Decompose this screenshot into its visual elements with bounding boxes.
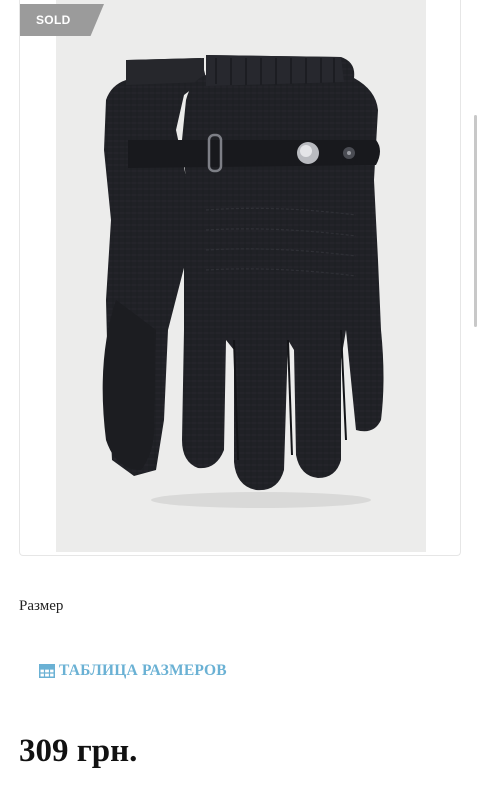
table-icon bbox=[39, 664, 55, 678]
size-table-label: ТАБЛИЦА РАЗМЕРОВ bbox=[59, 662, 227, 679]
product-image-card[interactable]: SOLD bbox=[19, 0, 461, 556]
gloves-photo bbox=[102, 55, 384, 508]
scrollbar[interactable] bbox=[474, 115, 477, 327]
size-label: Размер bbox=[19, 598, 64, 614]
product-photo[interactable] bbox=[56, 0, 426, 552]
price: 309 грн. bbox=[19, 733, 138, 769]
size-table-link[interactable]: ТАБЛИЦА РАЗМЕРОВ bbox=[39, 662, 227, 680]
sold-badge: SOLD bbox=[20, 4, 104, 36]
